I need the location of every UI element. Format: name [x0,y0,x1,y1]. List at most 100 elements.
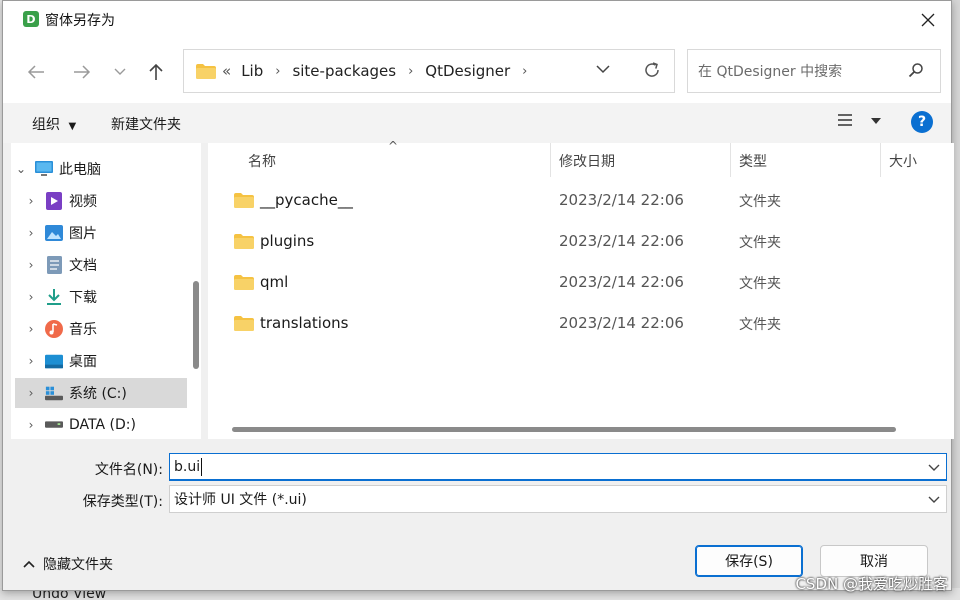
caret-down-icon: ▼ [68,121,77,132]
file-list-horizontal-scrollbar[interactable] [232,427,896,432]
chevron-right-icon[interactable]: › [21,354,41,368]
tree-item-this-pc[interactable]: ⌄ 此电脑 [11,154,185,184]
navigation-pane-scrollbar[interactable] [193,281,199,369]
chevron-right-icon[interactable]: › [21,322,41,336]
navigation-pane[interactable]: ⌄ 此电脑 › 视频 › 图片 › 文档 › 下载 › 音乐 › 桌面 › 系统… [11,143,201,439]
tree-item-label: 系统 (C:) [69,386,127,402]
tree-item-label: 桌面 [69,354,97,370]
file-row[interactable]: qml 2023/2/14 22:06 文件夹 [208,263,954,303]
refresh-button[interactable] [642,60,662,84]
file-row[interactable]: plugins 2023/2/14 22:06 文件夹 [208,222,954,262]
new-folder-button[interactable]: 新建文件夹 [111,114,181,134]
chevron-down-icon [596,65,610,74]
chevron-right-icon[interactable]: › [21,258,41,272]
sort-ascending-icon: ^ [388,139,399,153]
filetype-select[interactable]: 设计师 UI 文件 (*.ui) [169,485,947,513]
column-header-date-modified[interactable]: 修改日期 [559,151,615,171]
filetype-label: 保存类型(T): [82,494,163,510]
file-list[interactable]: ^ 名称 修改日期 类型 大小 __pycache__ 2023/2/14 22… [208,139,954,439]
filename-field[interactable]: b.ui [169,453,947,481]
arrow-right-icon [74,65,91,79]
toolbar: 组织 ▼ 新建文件夹 ? [3,103,951,143]
search-input[interactable]: 在 QtDesigner 中搜索 [687,49,941,93]
chevron-right-icon[interactable]: › [21,194,41,208]
column-header-size[interactable]: 大小 [889,151,917,171]
drive-c-icon [45,384,63,402]
chevron-down-icon[interactable]: ⌄ [11,162,31,176]
breadcrumb-item[interactable]: site-packages [292,62,396,80]
tree-item-label: 下载 [69,290,97,306]
folder-icon [196,63,216,79]
hide-folders-toggle[interactable]: 隐藏文件夹 [23,554,113,574]
breadcrumb-item[interactable]: QtDesigner [425,62,510,80]
file-date: 2023/2/14 22:06 [559,191,684,209]
chevron-right-icon[interactable]: › [275,64,280,79]
back-button[interactable] [23,59,49,85]
file-name: qml [260,273,289,291]
chevron-down-icon[interactable] [928,459,940,475]
folder-icon [234,234,254,249]
column-divider[interactable] [550,143,551,177]
address-dropdown-button[interactable] [596,62,610,78]
column-header-type[interactable]: 类型 [739,151,767,171]
designer-app-icon: D [23,11,39,27]
chevron-right-icon[interactable]: › [21,226,41,240]
column-divider[interactable] [730,143,731,177]
video-icon [45,192,63,210]
filename-value: b.ui [174,458,201,475]
tree-item-drive-d[interactable]: › DATA (D:) [21,410,195,439]
folder-icon [234,275,254,290]
file-row[interactable]: translations 2023/2/14 22:06 文件夹 [208,304,954,344]
chevron-down-icon[interactable] [928,491,940,507]
hide-folders-label: 隐藏文件夹 [43,557,113,573]
address-bar[interactable]: « Lib › site-packages › QtDesigner › [183,49,675,93]
tree-item-downloads[interactable]: › 下载 [21,282,195,312]
close-button[interactable] [915,7,941,33]
search-placeholder: 在 QtDesigner 中搜索 [698,64,843,80]
save-button[interactable]: 保存(S) [695,545,803,577]
computer-icon [35,160,53,178]
filename-label: 文件名(N): [94,462,163,478]
organize-label: 组织 [32,117,60,133]
filetype-value: 设计师 UI 文件 (*.ui) [174,492,307,508]
file-type: 文件夹 [739,194,781,210]
view-options-button[interactable] [837,113,882,131]
chevron-right-icon[interactable]: › [21,290,41,304]
breadcrumb: « Lib › site-packages › QtDesigner › [222,62,539,80]
tree-item-label: DATA (D:) [69,417,136,433]
breadcrumb-overflow[interactable]: « [222,62,231,80]
tree-item-documents[interactable]: › 文档 [21,250,195,280]
folder-icon [234,193,254,208]
column-header-name[interactable]: 名称 [248,151,276,171]
chevron-right-icon[interactable]: › [522,64,527,79]
navigation-bar: « Lib › site-packages › QtDesigner › 在 Q… [3,39,951,103]
recent-locations-button[interactable] [107,59,133,85]
title-bar: D 窗体另存为 [3,1,951,39]
breadcrumb-item[interactable]: Lib [241,62,263,80]
tree-item-label: 图片 [69,226,97,242]
refresh-icon [645,62,659,77]
tree-item-pictures[interactable]: › 图片 [21,218,195,248]
pictures-icon [45,224,63,242]
help-button[interactable]: ? [911,111,933,133]
tree-item-videos[interactable]: › 视频 [21,186,195,216]
chevron-right-icon[interactable]: › [408,64,413,79]
download-icon [45,288,63,306]
arrow-left-icon [27,65,44,79]
watermark: CSDN @我爱吃炒胜客 [795,575,948,593]
chevron-right-icon[interactable]: › [21,418,41,432]
up-button[interactable] [143,59,169,85]
tree-item-music[interactable]: › 音乐 [21,314,195,344]
drive-d-icon [45,416,63,434]
arrow-up-icon [149,63,163,80]
forward-button[interactable] [69,59,95,85]
chevron-up-icon [23,560,35,568]
chevron-right-icon[interactable]: › [21,386,41,400]
tree-item-drive-c[interactable]: › 系统 (C:) [15,378,187,408]
tree-item-desktop[interactable]: › 桌面 [21,346,195,376]
file-row[interactable]: __pycache__ 2023/2/14 22:06 文件夹 [208,181,954,221]
tree-item-label: 文档 [69,258,97,274]
documents-icon [45,256,63,274]
organize-menu-button[interactable]: 组织 ▼ [32,114,76,134]
column-divider[interactable] [880,143,881,177]
